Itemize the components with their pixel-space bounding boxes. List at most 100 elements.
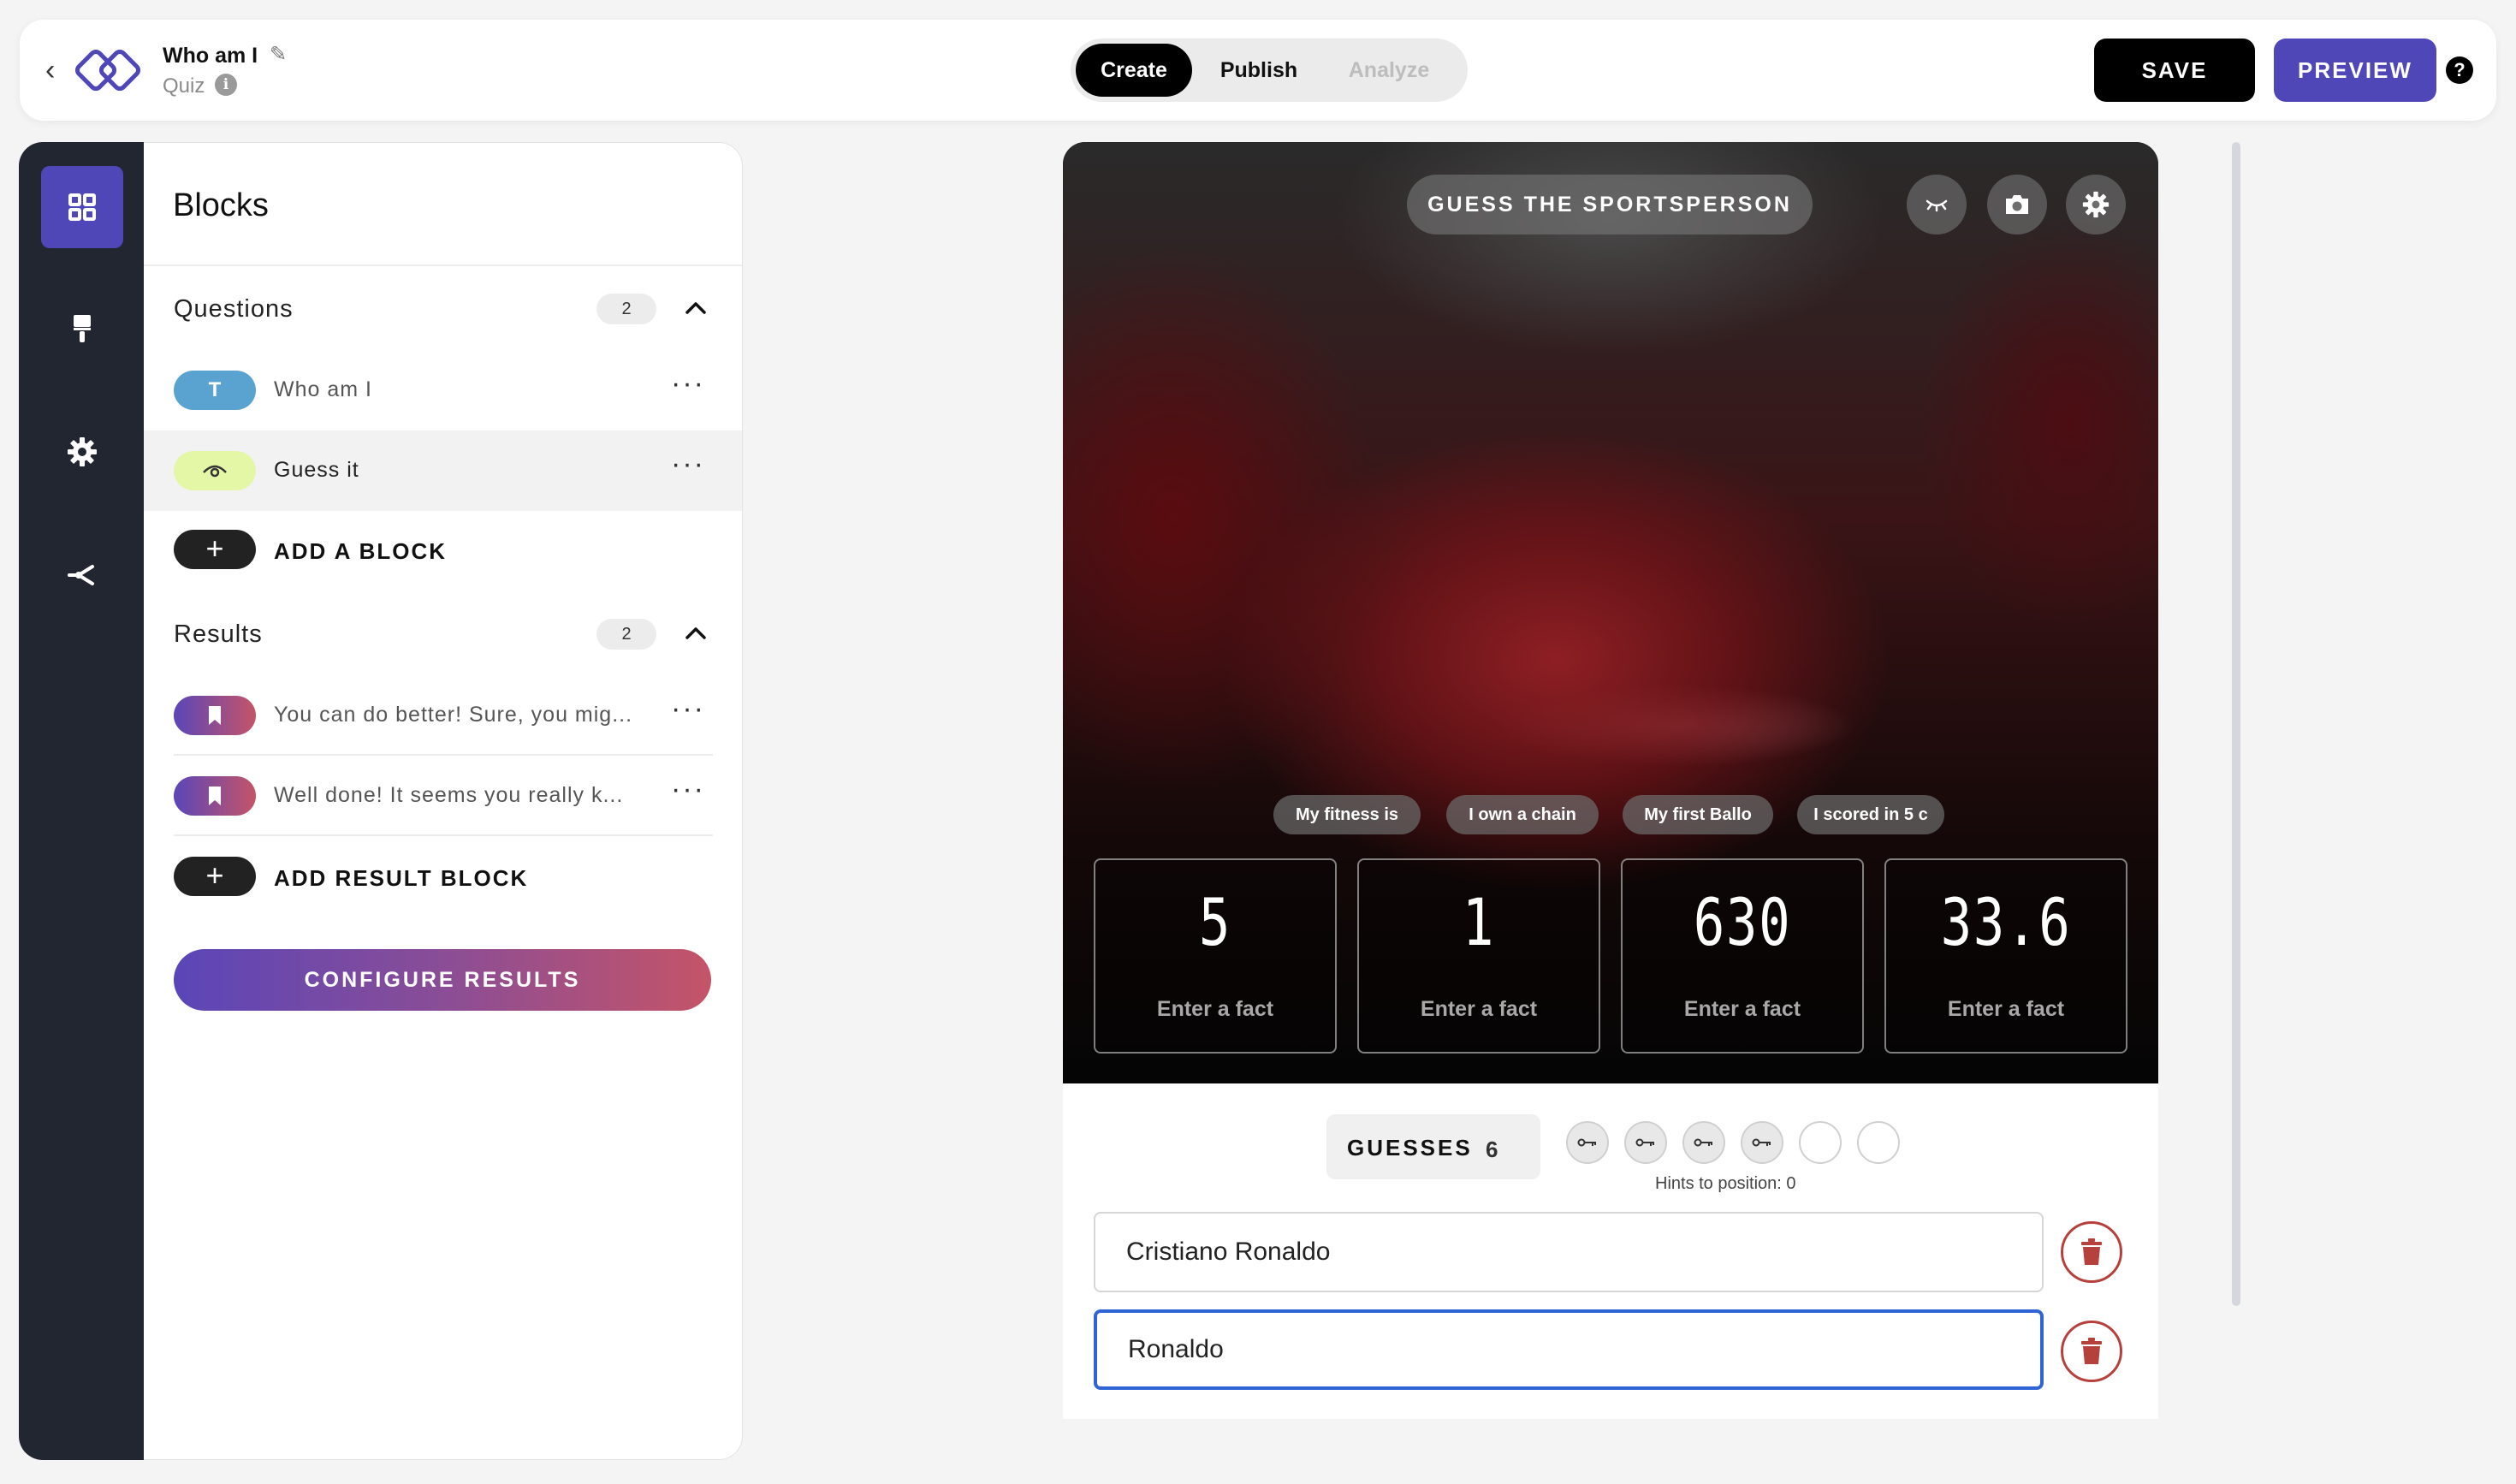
hint-slot-filled[interactable] [1566, 1121, 1609, 1164]
logo-icon[interactable] [66, 44, 151, 98]
hint-slot-filled[interactable] [1624, 1121, 1667, 1164]
blocks-panel: Blocks Questions 2 T Who am I ··· Guess … [144, 142, 743, 1460]
fact-hint-chip[interactable]: I scored in 5 c [1797, 795, 1944, 834]
fact-card[interactable]: 5 Enter a fact [1094, 858, 1337, 1054]
guess-question-badge [174, 451, 256, 490]
project-type: Quiz [163, 74, 205, 98]
results-count-badge: 2 [596, 619, 656, 650]
divider [144, 264, 742, 266]
hint-slot-filled[interactable] [1682, 1121, 1725, 1164]
question-item-guess-it[interactable]: Guess it ··· [144, 430, 742, 511]
help-icon[interactable]: ? [2446, 56, 2473, 84]
save-button[interactable]: SAVE [2094, 39, 2255, 102]
text-question-badge: T [174, 371, 256, 410]
panel-title: Blocks [173, 187, 269, 223]
question-label: Guess it [274, 458, 359, 482]
chevron-up-icon[interactable] [683, 620, 709, 646]
guesses-label: GUESSES [1347, 1135, 1473, 1160]
fact-value: 5 [1198, 884, 1232, 960]
divider [174, 834, 713, 836]
delete-answer-button[interactable] [2061, 1321, 2122, 1382]
trash-icon [2081, 1238, 2102, 1265]
grid-icon [68, 193, 96, 221]
rail-blocks-button[interactable] [41, 166, 123, 248]
answer-input[interactable] [1094, 1212, 2044, 1292]
fact-hint-chip[interactable]: My fitness is [1273, 795, 1421, 834]
key-icon [1752, 1138, 1771, 1147]
reveal-toggle-button[interactable] [1907, 175, 1967, 234]
back-chevron-icon[interactable]: ‹ [45, 56, 55, 85]
key-icon [1694, 1138, 1712, 1147]
top-bar: ‹ Who am I ✎ Quiz i Create Publish Analy… [20, 20, 2496, 121]
fact-label: Enter a fact [1420, 997, 1538, 1021]
questions-section-title[interactable]: Questions [174, 295, 294, 324]
configure-results-button[interactable]: CONFIGURE RESULTS [174, 949, 711, 1011]
more-options-icon[interactable]: ··· [671, 694, 705, 723]
fact-value: 33.6 [1940, 884, 2072, 960]
info-icon[interactable]: i [215, 74, 237, 96]
tab-create[interactable]: Create [1076, 44, 1192, 97]
result-item[interactable]: Well done! It seems you really k... ··· [144, 756, 742, 836]
delete-answer-button[interactable] [2061, 1221, 2122, 1283]
more-options-icon[interactable]: ··· [671, 449, 705, 478]
fact-label: Enter a fact [1156, 997, 1274, 1021]
scrollbar[interactable] [2232, 142, 2240, 1306]
bookmark-icon [209, 706, 221, 725]
result-label: You can do better! Sure, you mig... [274, 703, 633, 727]
bookmark-icon [209, 787, 221, 805]
add-result-block-button[interactable]: + ADD RESULT BLOCK [144, 846, 742, 906]
eye-icon [203, 465, 227, 478]
game-title[interactable]: GUESS THE SPORTSPERSON [1407, 175, 1813, 234]
question-label: Who am I [274, 377, 372, 401]
result-label: Well done! It seems you really k... [274, 783, 624, 807]
fact-card[interactable]: 630 Enter a fact [1621, 858, 1864, 1054]
hint-slot-empty[interactable] [1799, 1121, 1842, 1164]
fact-card[interactable]: 1 Enter a fact [1357, 858, 1600, 1054]
rail-settings-button[interactable] [41, 411, 123, 493]
hint-slot-filled[interactable] [1741, 1121, 1783, 1164]
key-icon [1635, 1138, 1654, 1147]
result-badge [174, 696, 256, 735]
plus-icon: + [174, 530, 256, 569]
fact-hint-chip[interactable]: I own a chain [1446, 795, 1599, 834]
fact-hint-chip[interactable]: My first Ballo [1623, 795, 1773, 834]
fact-value: 630 [1693, 884, 1792, 960]
fact-label: Enter a fact [1947, 997, 2065, 1021]
add-block-button[interactable]: + ADD A BLOCK [144, 519, 742, 579]
tab-analyze: Analyze [1348, 58, 1430, 82]
more-options-icon[interactable]: ··· [671, 775, 705, 804]
project-title[interactable]: Who am I [163, 44, 258, 68]
paint-brush-icon [74, 315, 91, 342]
image-upload-button[interactable] [1987, 175, 2047, 234]
result-item[interactable]: You can do better! Sure, you mig... ··· [144, 675, 742, 756]
more-options-icon[interactable]: ··· [671, 369, 705, 398]
rail-design-button[interactable] [41, 288, 123, 370]
add-result-block-label: ADD RESULT BLOCK [274, 865, 529, 891]
game-preview: GUESS THE SPORTSPERSON My fitness is I o… [1063, 142, 2158, 1083]
rail-logic-button[interactable] [41, 534, 123, 616]
fact-value: 1 [1462, 884, 1496, 960]
chevron-up-icon[interactable] [683, 295, 709, 321]
eye-closed-icon [1926, 199, 1948, 212]
branch-icon [68, 565, 94, 585]
tab-publish[interactable]: Publish [1199, 44, 1319, 97]
result-badge [174, 776, 256, 816]
answer-input[interactable] [1094, 1309, 2044, 1390]
fact-label: Enter a fact [1683, 997, 1801, 1021]
trash-icon [2081, 1338, 2102, 1364]
results-section-title[interactable]: Results [174, 620, 263, 649]
plus-icon: + [174, 857, 256, 896]
gear-icon [2082, 191, 2110, 218]
hint-slot-empty[interactable] [1857, 1121, 1900, 1164]
preview-button[interactable]: PREVIEW [2274, 39, 2436, 102]
fact-card[interactable]: 33.6 Enter a fact [1884, 858, 2127, 1054]
gear-icon [68, 437, 97, 466]
guesses-count: 6 [1486, 1137, 1498, 1162]
guesses-counter: GUESSES 6 [1326, 1114, 1540, 1179]
camera-icon [2006, 195, 2028, 214]
edit-pencil-icon[interactable]: ✎ [270, 42, 287, 67]
game-settings-button[interactable] [2066, 175, 2126, 234]
question-item-who-am-i[interactable]: T Who am I ··· [144, 350, 742, 430]
hints-position-text: Hints to position: 0 [1655, 1174, 1796, 1193]
questions-count-badge: 2 [596, 294, 656, 324]
